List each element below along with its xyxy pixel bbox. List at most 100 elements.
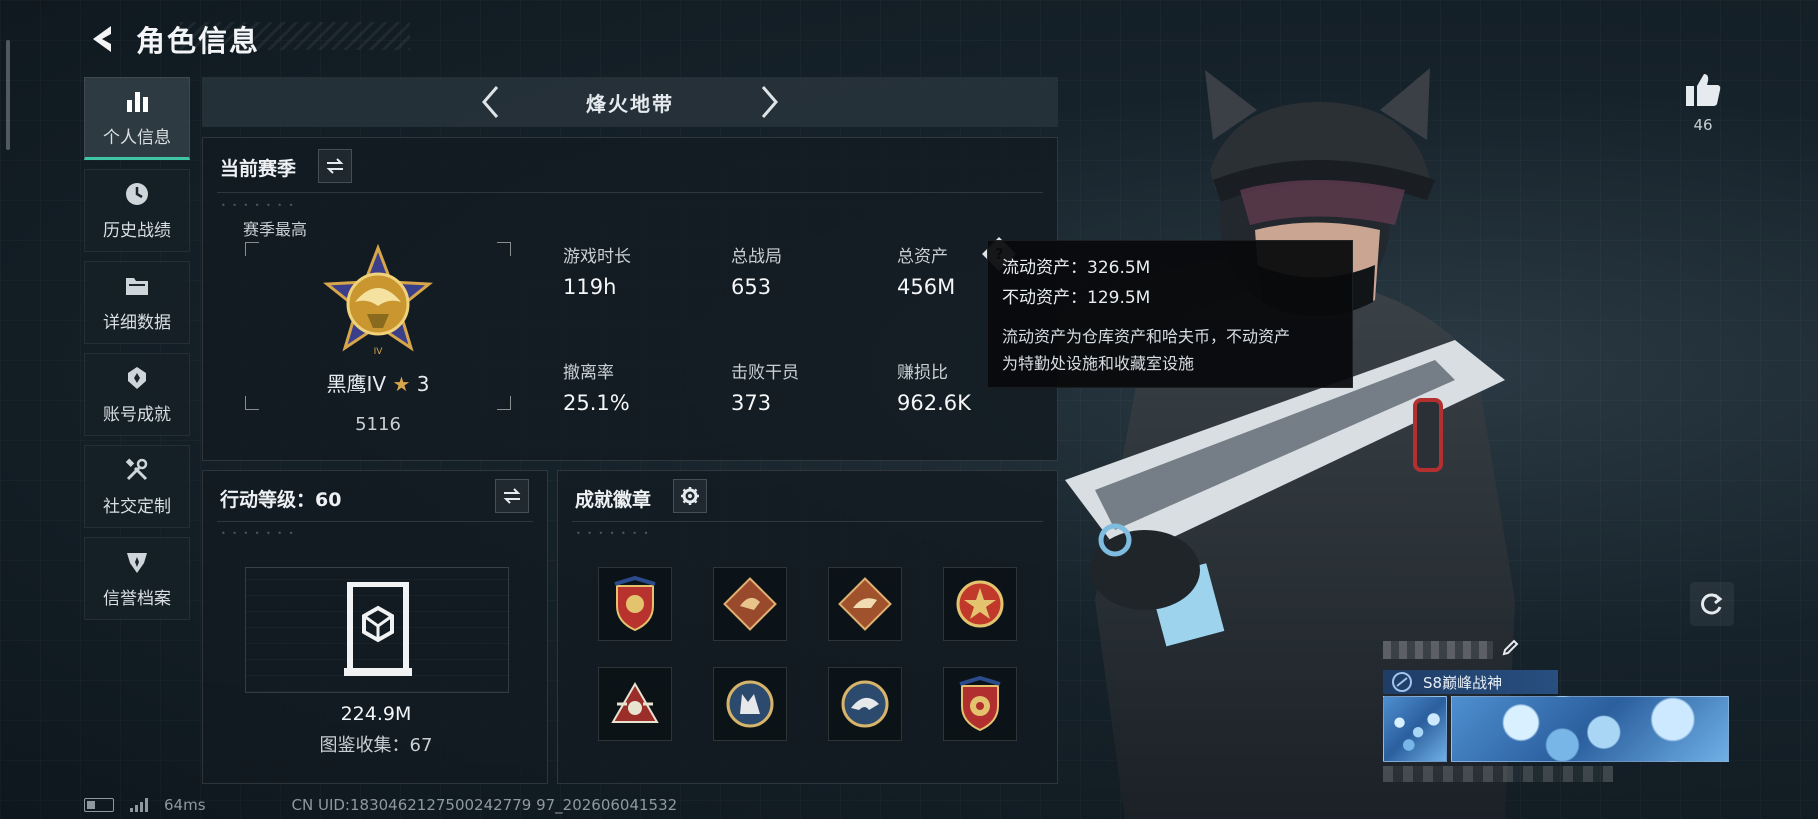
star-icon: ★ <box>392 372 411 396</box>
decor-dots: • • • • • • • <box>576 529 651 538</box>
page-title: 角色信息 <box>136 24 261 58</box>
stat-value-extract-rate: 25.1% <box>563 391 630 415</box>
stat-label-profit-ratio: 赚损比 <box>897 363 948 383</box>
rank-name: 黑鹰IV <box>326 372 387 396</box>
signal-icon <box>130 798 148 812</box>
nav-item-social-custom[interactable]: 社交定制 <box>84 445 190 528</box>
panel-divider <box>572 521 1043 522</box>
tooltip-description-line1: 流动资产为仓库资产和哈夫币，不动资产 <box>1002 327 1291 346</box>
badge-settings-button[interactable] <box>673 479 707 513</box>
badge-slot-5[interactable] <box>598 667 672 741</box>
battery-icon <box>84 798 114 812</box>
badge-slot-1[interactable] <box>598 567 672 641</box>
panel-title: 成就徽章 <box>575 489 652 511</box>
edge-scroll-indicator <box>6 40 10 150</box>
skull-wings-badge-icon <box>611 682 659 723</box>
folder-icon <box>123 272 151 300</box>
rank-frame: IV 黑鹰IV ★ 3 <box>245 242 511 410</box>
nav-label: 信誉档案 <box>103 589 171 609</box>
svg-text:IV: IV <box>374 347 384 357</box>
bar-chart-icon <box>123 87 151 115</box>
next-mode-button[interactable] <box>752 85 786 119</box>
rank-emblem-icon: IV <box>322 244 434 357</box>
shield-eagle-badge-icon <box>614 576 656 632</box>
panel-title: 当前赛季 <box>220 158 297 180</box>
stat-value-playtime: 119h <box>563 275 617 299</box>
assets-tooltip: 流动资产：326.5M 不动资产：129.5M 流动资产为仓库资产和哈夫币，不动… <box>987 240 1353 388</box>
stat-value-total-assets: 456M <box>897 275 956 299</box>
nav-label: 账号成就 <box>103 405 171 425</box>
badge-slot-7[interactable] <box>828 667 902 741</box>
refresh-icon <box>1701 593 1723 615</box>
rank-stars: 3 <box>416 372 430 396</box>
nav-item-reputation[interactable]: 信誉档案 <box>84 537 190 620</box>
badge-slot-3[interactable] <box>828 567 902 641</box>
achievement-badges-panel: 成就徽章 • • • • • • • <box>557 470 1058 784</box>
nav-label: 社交定制 <box>103 497 171 517</box>
pencil-icon <box>1502 639 1519 656</box>
like-button[interactable] <box>1680 72 1726 112</box>
switch-level-button[interactable] <box>495 479 529 513</box>
nav-item-achievements[interactable]: 账号成就 <box>84 353 190 436</box>
display-case-icon <box>344 582 412 676</box>
action-level-panel: 行动等级：60 • • • • • • • 224.9M 图鉴收集：67 <box>202 470 548 784</box>
rotate-view-button[interactable] <box>1690 582 1734 626</box>
title-tag[interactable]: S8巅峰战神 <box>1383 670 1558 694</box>
collection-value: 224.9M <box>340 703 412 725</box>
chevron-right-icon <box>761 86 778 118</box>
frame-corner <box>245 242 259 256</box>
panel-title: 行动等级：60 <box>220 489 342 511</box>
nav-item-history[interactable]: 历史战绩 <box>84 169 190 252</box>
stat-value-profit-ratio: 962.6K <box>897 391 971 415</box>
stat-label-kills: 击败干员 <box>731 363 799 383</box>
chevron-left-icon <box>482 86 499 118</box>
badge-slot-2[interactable] <box>713 567 787 641</box>
rank-name-row: 黑鹰IV ★ 3 <box>245 368 511 397</box>
switch-season-button[interactable] <box>318 149 352 183</box>
medal-icon <box>123 364 151 392</box>
badge-slot-4[interactable] <box>943 567 1017 641</box>
frame-corner <box>497 396 511 410</box>
thumbs-up-icon <box>1686 74 1721 106</box>
tooltip-fixed-assets: 不动资产：129.5M <box>1002 288 1151 308</box>
tooltip-description-line2: 为特勤处设施和收藏室设施 <box>1002 354 1195 373</box>
gear-icon <box>681 487 699 505</box>
decor-dots: • • • • • • • <box>221 201 296 210</box>
collection-display-frame[interactable] <box>245 567 509 693</box>
edit-name-button[interactable] <box>1501 639 1519 661</box>
stat-label-total-matches: 总战局 <box>731 247 782 267</box>
title-tag-label: S8巅峰战神 <box>1423 673 1503 692</box>
back-button[interactable] <box>86 21 118 57</box>
panel-divider <box>217 521 533 522</box>
frame-corner <box>245 396 259 410</box>
badge-slot-6[interactable] <box>713 667 787 741</box>
decor-dots: • • • • • • • <box>221 529 296 538</box>
stat-value-total-matches: 653 <box>731 275 772 299</box>
nav-label: 历史战绩 <box>103 221 171 241</box>
season-best-label: 赛季最高 <box>243 220 308 239</box>
nav-item-personal-info[interactable]: 个人信息 <box>84 77 190 160</box>
frame-corner <box>497 242 511 256</box>
stat-label-playtime: 游戏时长 <box>563 247 631 267</box>
badge-slot-8[interactable] <box>943 667 1017 741</box>
blurred-card-info <box>1383 766 1613 782</box>
mode-name: 烽火地带 <box>586 91 674 116</box>
name-card-avatar[interactable] <box>1383 696 1447 762</box>
panel-divider <box>217 192 1043 193</box>
eagle-badge-icon <box>841 680 889 728</box>
prev-mode-button[interactable] <box>474 85 508 119</box>
status-footer: 64ms CN UID:1830462127500242779 97_20260… <box>84 796 677 814</box>
tools-icon <box>123 456 151 484</box>
blurred-player-name <box>1383 641 1493 659</box>
like-area: 46 <box>1680 72 1726 134</box>
nav-item-detail-data[interactable]: 详细数据 <box>84 261 190 344</box>
page-header: 角色信息 <box>86 18 260 60</box>
star-badge-icon <box>956 580 1004 628</box>
current-season-panel: 当前赛季 • • • • • • • 赛季最高 IV 黑鹰IV ★ 3 5116… <box>202 137 1058 461</box>
nav-label: 详细数据 <box>103 313 171 333</box>
swap-icon <box>326 158 344 174</box>
mode-selector-bar: 烽火地带 <box>202 77 1058 127</box>
stat-label-total-assets: 总资产 <box>897 247 948 267</box>
name-card-banner[interactable] <box>1451 696 1729 762</box>
tooltip-liquid-assets: 流动资产：326.5M <box>1002 258 1151 278</box>
